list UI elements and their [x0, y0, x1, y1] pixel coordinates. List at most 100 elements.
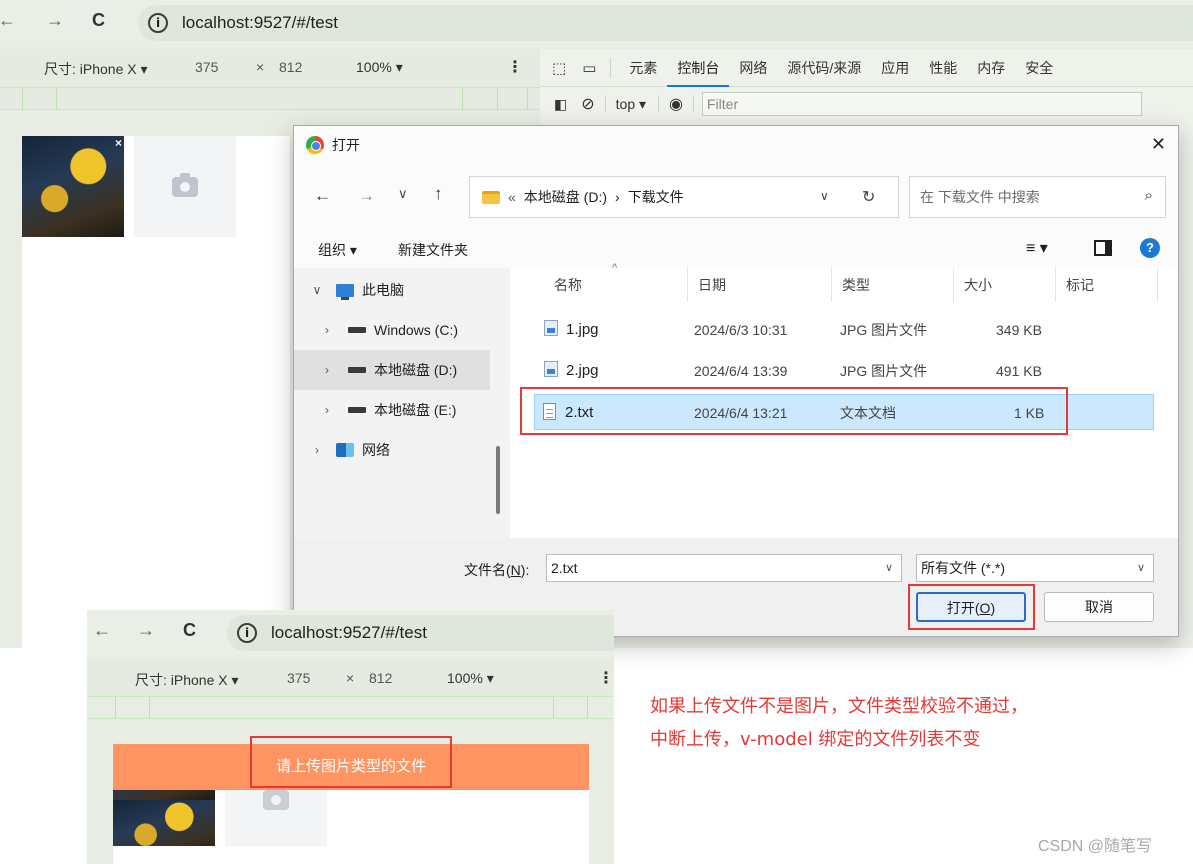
device-toolbar: 尺寸: iPhone X ▾ 375 × 812 100% ▾ ⋮ — [0, 49, 540, 87]
chevron-down-icon[interactable]: ∨ — [885, 555, 893, 581]
breadcrumb-drive[interactable]: 本地磁盘 (D:) — [524, 187, 607, 207]
tree-item-network[interactable]: › 网络 — [294, 430, 490, 470]
recent-locations-icon[interactable]: ∨ — [398, 186, 408, 202]
inspect-element-icon[interactable]: ⬚ — [552, 59, 566, 77]
filename-input[interactable]: 2.txt ∨ — [546, 554, 902, 582]
info-icon[interactable]: i — [237, 623, 257, 643]
viewport-width[interactable]: 375 — [195, 59, 218, 75]
column-header-size[interactable]: 大小 — [954, 268, 1056, 302]
breadcrumb-overflow[interactable]: « — [508, 189, 516, 205]
tab-performance[interactable]: 性能 — [919, 49, 967, 87]
viewport-height[interactable]: 812 — [279, 59, 302, 75]
tree-item-this-pc[interactable]: ∨ 此电脑 — [294, 270, 490, 310]
chevron-right-icon[interactable]: › — [310, 443, 324, 457]
refresh-icon[interactable]: ↻ — [862, 187, 875, 207]
annotation-line-1: 如果上传文件不是图片，文件类型校验不通过， — [650, 696, 1028, 717]
search-input[interactable]: 在 下载文件 中搜索 ⌕ — [909, 176, 1166, 218]
clear-console-icon[interactable]: ⊘ — [581, 94, 594, 114]
up-folder-icon[interactable]: ↑ — [434, 184, 443, 204]
context-select[interactable]: top ▾ — [616, 96, 646, 113]
uploaded-image-thumbnail — [113, 790, 215, 846]
chevron-down-icon[interactable]: ∨ — [820, 189, 829, 203]
tab-console[interactable]: 控制台 — [667, 49, 730, 87]
help-icon[interactable]: ? — [1140, 238, 1160, 258]
cancel-button[interactable]: 取消 — [1044, 592, 1154, 622]
file-row[interactable]: 1.jpg 2024/6/3 10:31 JPG 图片文件 349 KB — [534, 312, 1154, 348]
forward-icon[interactable]: → — [358, 186, 375, 206]
device-toolbar: 尺寸: iPhone X ▾ 375 × 812 100% ▾ ⋮ — [87, 660, 614, 696]
file-list: ^ 名称 日期 类型 大小 标记 1.jpg 2024/6/3 10:31 JP… — [510, 262, 1178, 538]
reload-icon[interactable]: C — [92, 10, 105, 31]
organize-button[interactable]: 组织 ▾ — [318, 240, 357, 260]
highlight-box-toast — [250, 736, 452, 788]
tree-item-drive-c[interactable]: › Windows (C:) — [294, 310, 490, 350]
address-bar: ← → C i localhost:9527/#/test — [87, 610, 614, 656]
upload-trigger[interactable] — [134, 136, 236, 237]
chevron-down-icon[interactable]: ∨ — [1137, 555, 1145, 581]
back-icon[interactable]: ← — [314, 186, 331, 206]
tab-security[interactable]: 安全 — [1015, 49, 1063, 87]
tree-item-drive-e[interactable]: › 本地磁盘 (E:) — [294, 390, 490, 430]
column-header-tag[interactable]: 标记 — [1056, 268, 1158, 302]
column-header-date[interactable]: 日期 — [688, 268, 832, 302]
remove-image-icon[interactable]: × — [115, 136, 122, 150]
info-icon[interactable]: i — [148, 13, 168, 33]
device-viewport: 请上传图片类型的文件 — [113, 736, 589, 864]
more-options-icon[interactable]: ⋮ — [598, 668, 614, 688]
tab-elements[interactable]: 元素 — [619, 49, 667, 87]
breadcrumb-separator: › — [615, 189, 620, 205]
chevron-down-icon[interactable]: ∨ — [310, 283, 324, 297]
device-select[interactable]: 尺寸: iPhone X ▾ — [44, 59, 148, 79]
dialog-title: 打开 — [332, 137, 360, 153]
address-bar: ← → C i localhost:9527/#/test — [0, 0, 1193, 46]
url-field[interactable]: i localhost:9527/#/test — [227, 615, 614, 651]
device-viewport: × — [22, 136, 290, 648]
column-header-name[interactable]: 名称 — [544, 268, 688, 302]
filename-label: 文件名(N): — [464, 562, 530, 578]
view-options-icon[interactable]: ≡ ▾ — [1026, 238, 1048, 258]
folder-icon — [482, 190, 500, 204]
file-row[interactable]: 2.jpg 2024/6/4 13:39 JPG 图片文件 491 KB — [534, 353, 1154, 389]
forward-icon[interactable]: → — [137, 620, 155, 641]
new-folder-button[interactable]: 新建文件夹 — [398, 240, 468, 260]
chevron-right-icon[interactable]: › — [320, 363, 334, 377]
reload-icon[interactable]: C — [183, 620, 196, 641]
tab-network[interactable]: 网络 — [729, 49, 777, 87]
chevron-right-icon[interactable]: › — [320, 323, 334, 337]
eye-icon[interactable]: ◉ — [669, 94, 683, 114]
console-filter-input[interactable]: Filter — [702, 92, 1142, 116]
forward-icon[interactable]: → — [46, 10, 64, 31]
path-breadcrumb[interactable]: « 本地磁盘 (D:) › 下载文件 ∨ ↻ — [469, 176, 899, 218]
dialog-body: ∨ 此电脑 › Windows (C:) › 本地磁盘 (D:) › 本地磁盘 … — [294, 262, 1178, 538]
device-select[interactable]: 尺寸: iPhone X ▾ — [135, 670, 239, 690]
tree-scrollbar[interactable] — [496, 446, 500, 514]
tab-application[interactable]: 应用 — [871, 49, 919, 87]
column-header-type[interactable]: 类型 — [832, 268, 954, 302]
tab-sources[interactable]: 源代码/来源 — [777, 49, 871, 87]
watermark: CSDN @随笔写 — [1038, 838, 1153, 855]
zoom-select[interactable]: 100% ▾ — [447, 670, 494, 687]
device-toggle-icon[interactable]: ▭ — [582, 59, 596, 77]
breadcrumb-folder[interactable]: 下载文件 — [628, 187, 684, 207]
tree-item-drive-d[interactable]: › 本地磁盘 (D:) — [294, 350, 490, 390]
url-field[interactable]: i localhost:9527/#/test — [138, 5, 1193, 41]
zoom-select[interactable]: 100% ▾ — [356, 59, 403, 76]
tab-memory[interactable]: 内存 — [967, 49, 1015, 87]
search-icon: ⌕ — [1144, 187, 1153, 204]
back-icon[interactable]: ← — [93, 620, 111, 641]
filetype-select[interactable]: 所有文件 (*.*) ∨ — [916, 554, 1154, 582]
preview-pane-icon[interactable] — [1094, 240, 1112, 256]
open-file-dialog: 打开 ✕ ← → ∨ ↑ « 本地磁盘 (D:) › 下载文件 ∨ ↻ 在 下载… — [293, 125, 1179, 637]
more-options-icon[interactable]: ⋮ — [507, 57, 523, 77]
chevron-right-icon[interactable]: › — [320, 403, 334, 417]
viewport-width[interactable]: 375 — [287, 670, 310, 686]
times-sign: × — [256, 59, 265, 75]
upload-trigger[interactable] — [225, 786, 327, 846]
viewport-height[interactable]: 812 — [369, 670, 392, 686]
dialog-commandbar: 组织 ▾ 新建文件夹 ≡ ▾ ? — [294, 232, 1178, 268]
sidebar-toggle-icon[interactable]: ◧ — [554, 96, 567, 113]
annotation-line-2: 中断上传，v-model 绑定的文件列表不变 — [650, 729, 981, 750]
chrome-logo-icon — [306, 136, 324, 154]
back-icon[interactable]: ← — [0, 10, 16, 31]
close-icon[interactable]: ✕ — [1151, 134, 1166, 155]
